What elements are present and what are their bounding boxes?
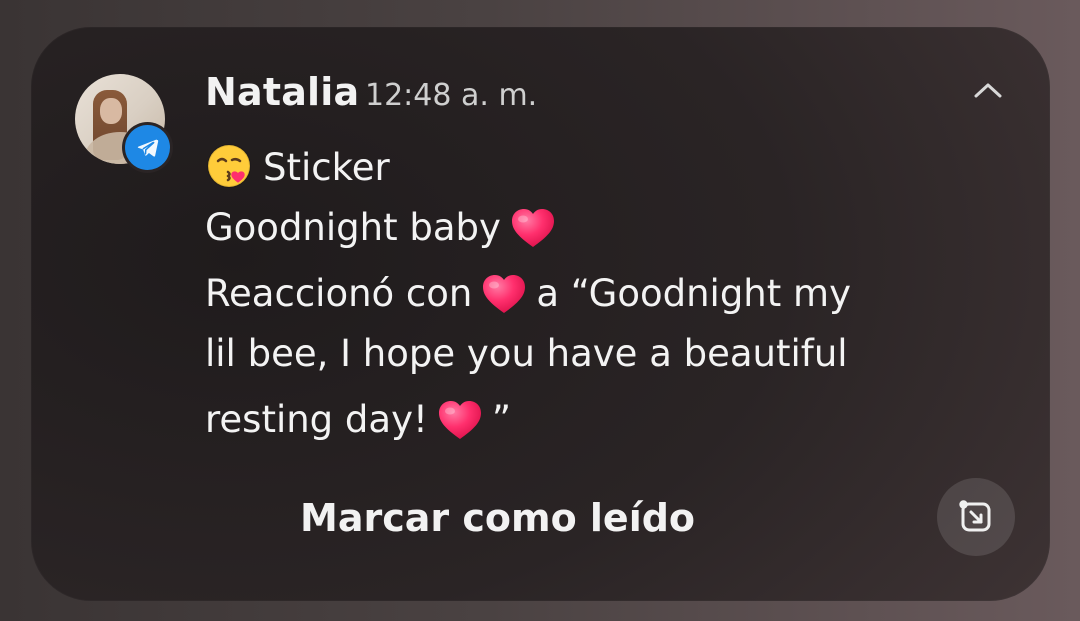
message-line-2: Goodnight baby: [205, 206, 565, 250]
heart-icon: [436, 398, 484, 442]
kissing-face-emoji-icon: [205, 142, 253, 190]
heart-icon: [480, 272, 528, 316]
message-line-4: lil bee, I hope you have a beautiful: [205, 335, 848, 372]
message-line-3: Reaccionó con a “Goodnight my: [205, 272, 851, 316]
reaction-suffix: a “Goodnight my: [536, 272, 851, 315]
mark-as-read-button[interactable]: Marcar como leído: [300, 496, 695, 540]
avatar-face: [100, 98, 122, 124]
sticker-label: Sticker: [263, 146, 390, 189]
quoted-message-end: resting day!: [205, 398, 428, 441]
reaction-prefix: Reaccionó con: [205, 272, 473, 315]
notification-sender: Natalia: [205, 70, 360, 114]
open-app-button[interactable]: [937, 478, 1015, 556]
goodnight-text: Goodnight baby: [205, 206, 501, 249]
message-line-1: Sticker: [205, 142, 390, 190]
collapse-chevron-up-icon[interactable]: [968, 76, 1008, 106]
message-line-5: resting day! ”: [205, 398, 511, 442]
telegram-icon: [125, 125, 170, 170]
closing-quote: ”: [491, 398, 511, 441]
notification-time: 12:48 a. m.: [365, 78, 538, 113]
quoted-message-text: lil bee, I hope you have a beautiful: [205, 332, 848, 375]
open-in-app-icon: [959, 500, 991, 532]
heart-icon: [509, 206, 557, 250]
